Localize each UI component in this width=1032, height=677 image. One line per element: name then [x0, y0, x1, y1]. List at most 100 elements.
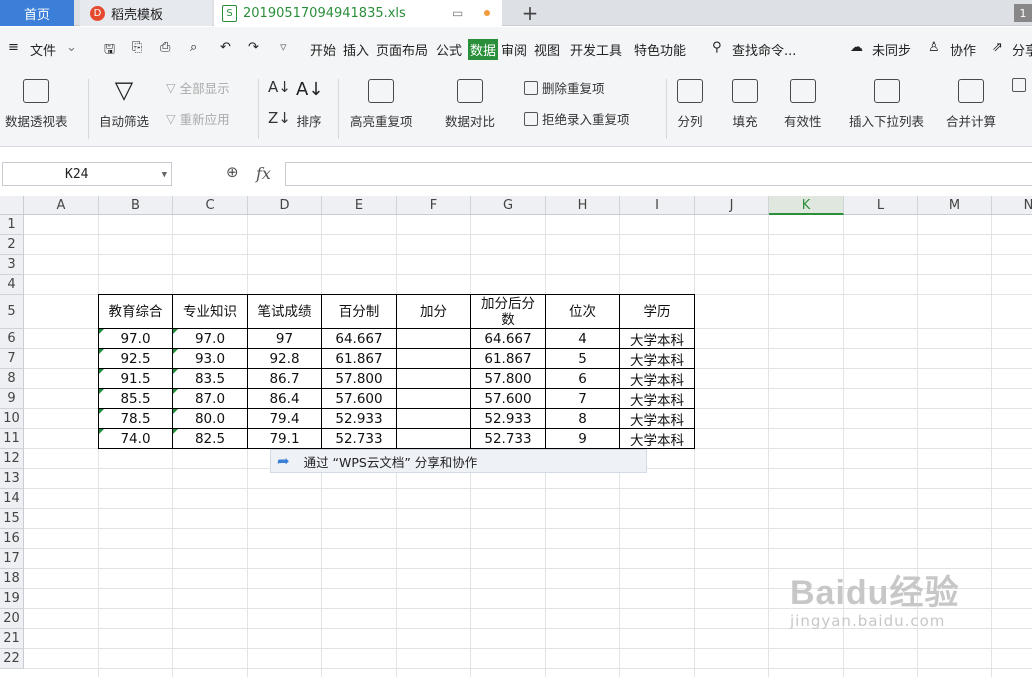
- reject-duplicates-button[interactable]: 拒绝录入重复项: [524, 109, 630, 128]
- hamburger-icon[interactable]: ≡: [8, 40, 19, 55]
- column-header-d[interactable]: D: [248, 196, 322, 215]
- sync-status[interactable]: 未同步: [872, 40, 911, 59]
- table-cell[interactable]: [397, 349, 470, 368]
- row-header-14[interactable]: 14: [0, 489, 24, 509]
- column-header-l[interactable]: L: [844, 196, 918, 215]
- table-cell[interactable]: 大学本科: [620, 429, 694, 449]
- table-cell[interactable]: 91.5: [99, 369, 172, 388]
- share-tip[interactable]: ➦ 通过 “WPS云文档” 分享和协作: [270, 449, 647, 473]
- table-header-cell[interactable]: 加分: [397, 295, 470, 328]
- row-header-8[interactable]: 8: [0, 369, 24, 389]
- remove-duplicates-button[interactable]: 删除重复项: [524, 78, 605, 97]
- menu-review[interactable]: 审阅: [501, 40, 527, 59]
- row-header-10[interactable]: 10: [0, 409, 24, 429]
- row-header-17[interactable]: 17: [0, 549, 24, 569]
- share-button[interactable]: 分享: [1012, 40, 1032, 59]
- table-cell[interactable]: 93.0: [173, 349, 247, 368]
- table-cell[interactable]: 64.667: [471, 329, 545, 348]
- pivot-table-button[interactable]: 数据透视表: [5, 79, 68, 130]
- validity-button[interactable]: 有效性: [784, 79, 822, 130]
- table-cell[interactable]: 92.8: [248, 349, 321, 368]
- table-cell[interactable]: 大学本科: [620, 389, 694, 409]
- table-cell[interactable]: 92.5: [99, 349, 172, 368]
- merge-calc-button[interactable]: 合并计算: [946, 79, 996, 130]
- table-cell[interactable]: 5: [546, 349, 619, 368]
- row-header-12[interactable]: 12: [0, 449, 24, 469]
- menu-insert[interactable]: 插入: [343, 40, 369, 59]
- row-header-20[interactable]: 20: [0, 609, 24, 629]
- row-header-13[interactable]: 13: [0, 469, 24, 489]
- print-icon[interactable]: ⎙: [160, 40, 170, 55]
- tab-document[interactable]: S 20190517094941835.xls ▭: [214, 0, 502, 26]
- new-tab-button[interactable]: +: [518, 0, 542, 26]
- table-cell[interactable]: 78.5: [99, 409, 172, 428]
- format-painter-icon[interactable]: ⎘: [132, 40, 142, 55]
- row-header-7[interactable]: 7: [0, 349, 24, 369]
- table-cell[interactable]: 80.0: [173, 409, 247, 428]
- column-header-i[interactable]: I: [620, 196, 695, 215]
- row-header-16[interactable]: 16: [0, 529, 24, 549]
- table-header-cell[interactable]: 位次: [546, 295, 619, 328]
- table-header-cell[interactable]: 专业知识: [173, 295, 247, 328]
- table-cell[interactable]: 86.4: [248, 389, 321, 408]
- fill-button[interactable]: 填充: [732, 79, 758, 130]
- table-cell[interactable]: 大学本科: [620, 329, 694, 349]
- row-header-18[interactable]: 18: [0, 569, 24, 589]
- table-cell[interactable]: 52.933: [471, 409, 545, 428]
- column-header-f[interactable]: F: [397, 196, 471, 215]
- name-box[interactable]: K24 ▼: [2, 162, 172, 186]
- collab-button[interactable]: 协作: [950, 40, 976, 59]
- row-header-4[interactable]: 4: [0, 275, 24, 295]
- table-cell[interactable]: 6: [546, 369, 619, 388]
- insert-dropdown-button[interactable]: 插入下拉列表: [849, 79, 924, 130]
- undo-icon[interactable]: ↶: [220, 40, 231, 55]
- table-cell[interactable]: 79.4: [248, 409, 321, 428]
- table-cell[interactable]: 57.600: [471, 389, 545, 408]
- reapply-button[interactable]: ▽ 重新应用: [166, 109, 230, 128]
- monitor-icon[interactable]: ▭: [452, 6, 463, 20]
- row-header-1[interactable]: 1: [0, 215, 24, 235]
- tab-home[interactable]: 首页: [0, 0, 74, 26]
- row-header-3[interactable]: 3: [0, 255, 24, 275]
- menu-features[interactable]: 特色功能: [634, 40, 686, 59]
- table-cell[interactable]: 57.800: [471, 369, 545, 388]
- chevron-down-icon[interactable]: ⌄: [66, 40, 77, 55]
- table-cell[interactable]: 86.7: [248, 369, 321, 388]
- table-cell[interactable]: 85.5: [99, 389, 172, 408]
- row-header-22[interactable]: 22: [0, 649, 24, 669]
- table-cell[interactable]: 57.600: [322, 389, 396, 408]
- row-header-15[interactable]: 15: [0, 509, 24, 529]
- table-cell[interactable]: 64.667: [322, 329, 396, 348]
- sort-asc-icon[interactable]: A↓: [268, 78, 291, 96]
- table-cell[interactable]: 97: [248, 329, 321, 348]
- table-cell[interactable]: 82.5: [173, 429, 247, 448]
- table-cell[interactable]: 大学本科: [620, 409, 694, 429]
- row-header-11[interactable]: 11: [0, 429, 24, 449]
- table-cell[interactable]: [397, 389, 470, 408]
- column-header-h[interactable]: H: [546, 196, 620, 215]
- row-header-21[interactable]: 21: [0, 629, 24, 649]
- show-all-button[interactable]: ▽ 全部显示: [166, 78, 230, 97]
- table-cell[interactable]: 8: [546, 409, 619, 428]
- formula-input[interactable]: [285, 162, 1032, 186]
- table-header-cell[interactable]: 笔试成绩: [248, 295, 321, 328]
- row-header-19[interactable]: 19: [0, 589, 24, 609]
- table-cell[interactable]: 57.800: [322, 369, 396, 388]
- table-cell[interactable]: 大学本科: [620, 369, 694, 389]
- row-header-2[interactable]: 2: [0, 235, 24, 255]
- table-cell[interactable]: 大学本科: [620, 349, 694, 369]
- row-header-9[interactable]: 9: [0, 389, 24, 409]
- table-cell[interactable]: [397, 329, 470, 348]
- row-header-6[interactable]: 6: [0, 329, 24, 349]
- command-search[interactable]: 查找命令...: [732, 40, 796, 59]
- print-preview-icon[interactable]: ⌕: [190, 40, 197, 55]
- table-cell[interactable]: 61.867: [322, 349, 396, 368]
- table-cell[interactable]: 4: [546, 329, 619, 348]
- data-compare-button[interactable]: 数据对比: [445, 79, 495, 130]
- select-all-corner[interactable]: [0, 196, 24, 215]
- table-header-cell[interactable]: 加分后分数: [471, 295, 545, 328]
- table-cell[interactable]: [397, 409, 470, 428]
- column-header-j[interactable]: J: [695, 196, 769, 215]
- menu-file[interactable]: 文件: [30, 40, 56, 59]
- table-cell[interactable]: 87.0: [173, 389, 247, 408]
